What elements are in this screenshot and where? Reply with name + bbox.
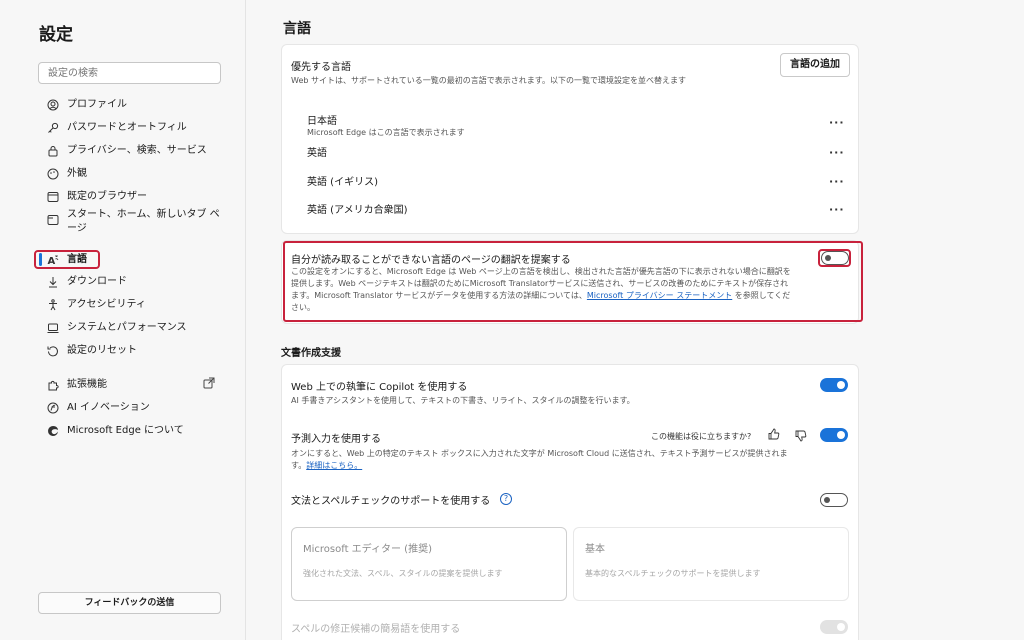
app-title: 設定 xyxy=(39,25,73,45)
sidebar-item-label: プライバシー、検索、サービス xyxy=(67,145,207,156)
copilot-title: Web 上での執筆に Copilot を使用する xyxy=(291,382,468,393)
sidebar-item-ai-innovation[interactable]: AI イノベーション xyxy=(46,401,226,415)
browser-icon xyxy=(46,190,59,203)
sidebar-item-profile[interactable]: プロファイル xyxy=(46,98,226,112)
option-title: Microsoft エディター (推奨) xyxy=(303,544,432,555)
add-language-button[interactable]: 言語の追加 xyxy=(780,53,850,77)
sidebar-item-about-edge[interactable]: Microsoft Edge について xyxy=(46,424,226,438)
copilot-toggle[interactable] xyxy=(820,378,848,392)
lock-icon xyxy=(46,144,59,157)
sidebar-item-label: 拡張機能 xyxy=(67,379,107,390)
ai-icon xyxy=(46,401,59,414)
thumbs-down-icon[interactable] xyxy=(795,430,807,442)
help-icon[interactable]: ? xyxy=(500,493,512,505)
feedback-question: この機能は役に立ちますか? xyxy=(651,432,752,441)
spell-suggest-toggle[interactable] xyxy=(820,620,848,634)
thumbs-up-icon[interactable] xyxy=(768,428,780,440)
translate-desc-3: ます。Microsoft Translator サービスがデータを使用する方法の… xyxy=(291,291,791,300)
option-desc: 基本的なスペルチェックのサポートを提供します xyxy=(585,569,761,578)
sidebar: 設定 プロファイル パスワードとオートフィル プライバシー、検索、サービス 外観… xyxy=(0,0,246,640)
copilot-desc: AI 手書きアシスタントを使用して、テキストの下書き、リライト、スタイルの調整を… xyxy=(291,396,635,405)
language-name: 英語 xyxy=(307,148,327,159)
sidebar-item-extensions[interactable]: 拡張機能 xyxy=(46,378,226,392)
external-link-icon[interactable] xyxy=(203,377,215,389)
sidebar-item-label: アクセシビリティ xyxy=(67,299,146,310)
sidebar-item-appearance[interactable]: 外観 xyxy=(46,167,226,181)
sidebar-item-label: 既定のブラウザー xyxy=(67,191,147,202)
sidebar-item-label: システムとパフォーマンス xyxy=(67,322,187,333)
preferred-languages-desc: Web サイトは、サポートされている一覧の最初の言語で表示されます。以下の一覧で… xyxy=(291,76,686,85)
language-more-button[interactable]: ··· xyxy=(829,203,845,216)
writing-section-title: 文書作成支援 xyxy=(281,348,341,359)
sidebar-item-label: パスワードとオートフィル xyxy=(67,122,187,133)
privacy-statement-link[interactable]: Microsoft プライバシー ステートメント xyxy=(587,291,732,300)
sidebar-item-reset[interactable]: 設定のリセット xyxy=(46,344,226,358)
extensions-icon xyxy=(46,378,59,391)
reset-icon xyxy=(46,344,59,357)
option-basic-card[interactable]: 基本 基本的なスペルチェックのサポートを提供します xyxy=(573,527,849,601)
predictive-title: 予測入力を使用する xyxy=(291,434,381,445)
sidebar-item-privacy[interactable]: プライバシー、検索、サービス xyxy=(46,144,226,158)
translate-toggle[interactable] xyxy=(821,251,849,265)
translate-title: 自分が読み取ることができない言語のページの翻訳を提案する xyxy=(291,255,571,266)
profile-icon xyxy=(46,98,59,111)
grammar-toggle[interactable] xyxy=(820,493,848,507)
svg-text:A: A xyxy=(47,256,55,266)
key-icon xyxy=(46,121,59,134)
home-tab-icon xyxy=(46,213,59,226)
language-name: 日本語 xyxy=(307,116,337,127)
edge-icon xyxy=(46,424,59,437)
language-name: 英語 (イギリス) xyxy=(307,177,378,188)
main-content: 言語 優先する言語 Web サイトは、サポートされている一覧の最初の言語で表示さ… xyxy=(247,0,1024,640)
spell-suggest-title: スペルの修正候補の簡易語を使用する xyxy=(291,624,461,635)
sidebar-item-passwords[interactable]: パスワードとオートフィル xyxy=(46,121,226,135)
language-more-button[interactable]: ··· xyxy=(829,116,845,129)
active-indicator xyxy=(39,253,42,266)
sidebar-item-label: スタート、ホーム、新しいタブ ページ xyxy=(67,209,220,234)
sidebar-item-start-home[interactable]: スタート、ホーム、新しいタブ ページ xyxy=(46,208,226,236)
accessibility-icon xyxy=(46,298,59,311)
settings-search-input[interactable] xyxy=(38,62,221,84)
predictive-toggle[interactable] xyxy=(820,428,848,442)
predictive-desc: オンにすると、Web 上の特定のテキスト ボックスに入力された文字が Micro… xyxy=(291,449,788,458)
appearance-icon xyxy=(46,167,59,180)
sidebar-item-languages[interactable]: A 言語 xyxy=(46,253,226,267)
preferred-languages-title: 優先する言語 xyxy=(291,62,351,73)
language-note: Microsoft Edge はこの言語で表示されます xyxy=(307,128,465,137)
page-title: 言語 xyxy=(283,21,311,37)
sidebar-item-label: 外観 xyxy=(67,168,87,179)
sidebar-item-downloads[interactable]: ダウンロード xyxy=(46,275,226,289)
details-link[interactable]: 詳細はこちら。 xyxy=(306,461,362,470)
sidebar-item-label: 設定のリセット xyxy=(67,345,137,356)
language-more-button[interactable]: ··· xyxy=(829,175,845,188)
sidebar-item-default-browser[interactable]: 既定のブラウザー xyxy=(46,190,226,204)
download-icon xyxy=(46,275,59,288)
system-icon xyxy=(46,321,59,334)
sidebar-item-label: ダウンロード xyxy=(67,276,127,287)
sidebar-item-label: プロファイル xyxy=(67,99,127,110)
grammar-title: 文法とスペルチェックのサポートを使用する xyxy=(291,496,491,507)
feedback-button[interactable]: フィードバックの送信 xyxy=(38,592,221,614)
sidebar-item-label: Microsoft Edge について xyxy=(67,425,184,436)
sidebar-item-system[interactable]: システムとパフォーマンス xyxy=(46,321,226,335)
language-name: 英語 (アメリカ合衆国) xyxy=(307,205,408,216)
sidebar-item-label: AI イノベーション xyxy=(67,402,150,413)
option-desc: 強化された文法、スペル、スタイルの提案を提供します xyxy=(303,569,503,578)
language-icon: A xyxy=(46,253,59,266)
translate-desc-4: さい。 xyxy=(291,303,315,312)
predictive-desc-2: す。詳細はこちら。 xyxy=(291,461,363,470)
option-editor-card[interactable]: Microsoft エディター (推奨) 強化された文法、スペル、スタイルの提案… xyxy=(291,527,567,601)
language-more-button[interactable]: ··· xyxy=(829,146,845,159)
sidebar-item-label: 言語 xyxy=(67,254,87,265)
sidebar-item-accessibility[interactable]: アクセシビリティ xyxy=(46,298,226,312)
option-title: 基本 xyxy=(585,544,605,555)
